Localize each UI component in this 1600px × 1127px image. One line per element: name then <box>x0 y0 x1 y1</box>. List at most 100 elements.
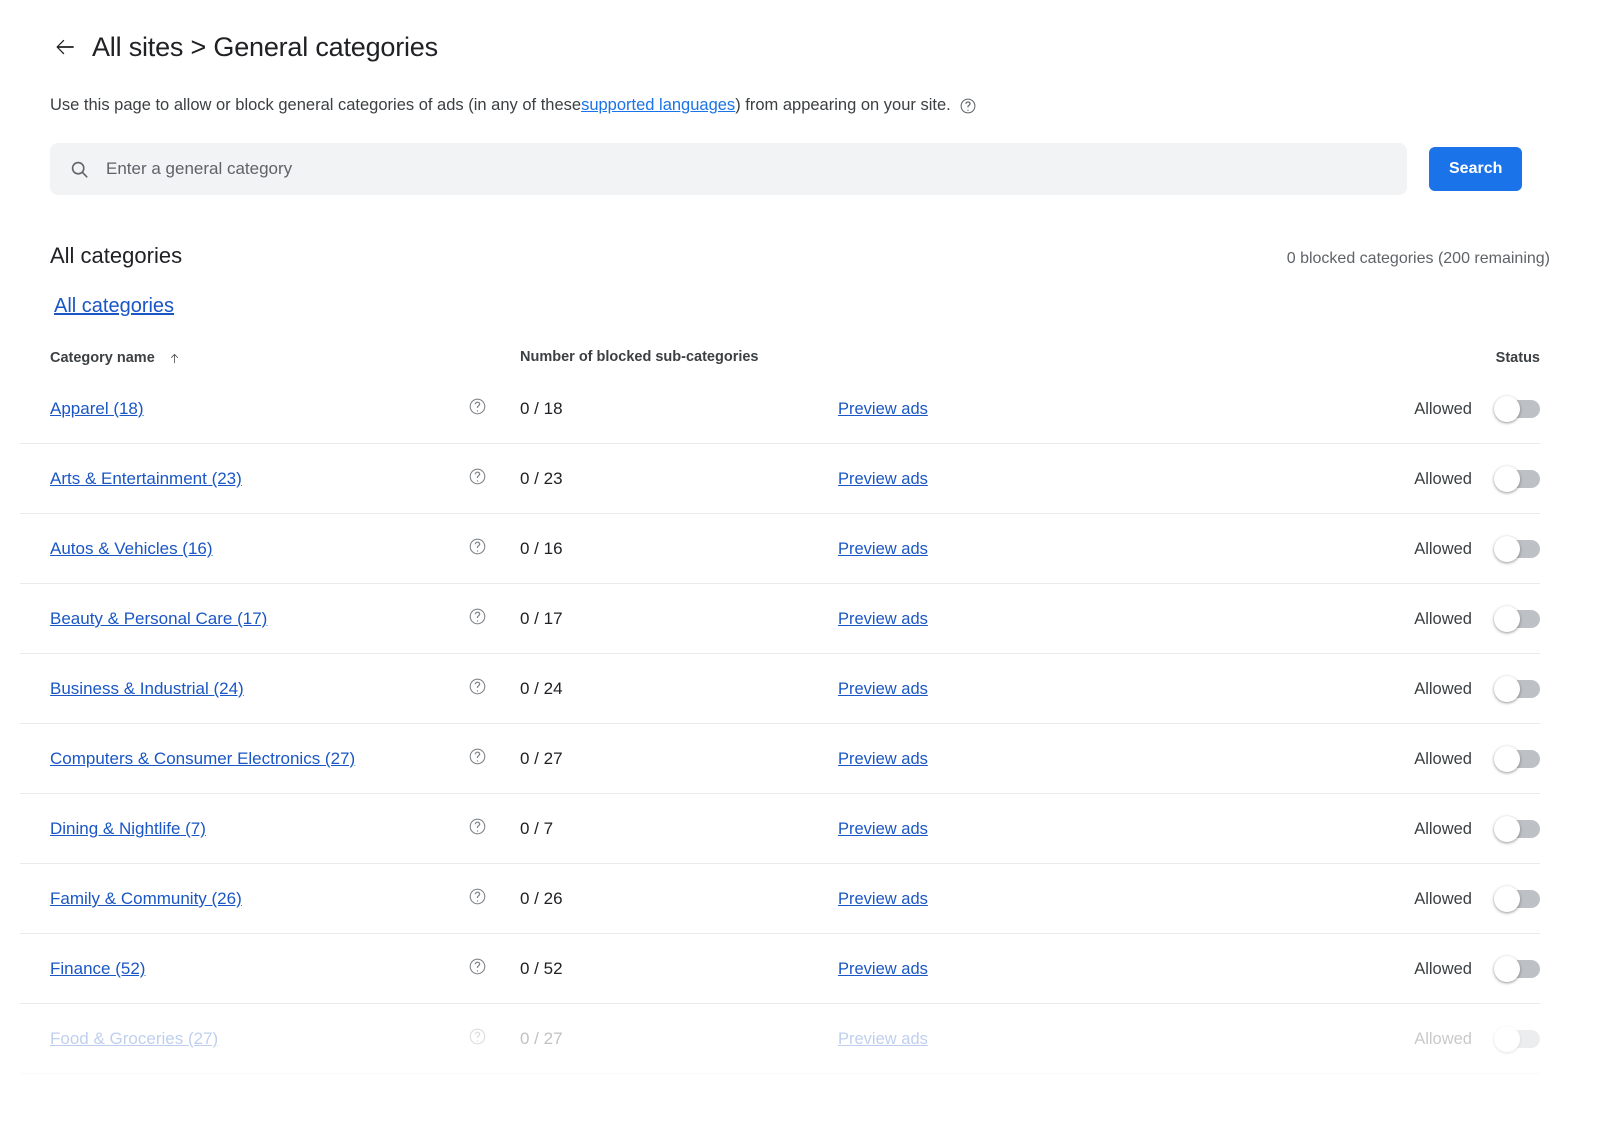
search-input[interactable] <box>104 158 1389 180</box>
blocked-count-value: 0 / 23 <box>520 469 563 488</box>
cell-status: Allowed <box>1288 886 1540 912</box>
breadcrumb: All categories <box>54 295 1600 318</box>
cell-blocked-count: 0 / 27 <box>520 1029 838 1049</box>
help-circle-icon[interactable] <box>468 467 487 491</box>
cell-help <box>468 677 520 701</box>
cell-category-name: Beauty & Personal Care (17) <box>50 609 468 629</box>
category-link[interactable]: Computers & Consumer Electronics (27) <box>50 749 355 769</box>
table-row[interactable]: Apparel (18) 0 / 18 Preview ads Allowed <box>0 374 1600 444</box>
category-link[interactable]: Business & Industrial (24) <box>50 679 244 699</box>
arrow-left-icon[interactable] <box>50 32 80 62</box>
toggle-knob <box>1494 886 1520 912</box>
preview-ads-link[interactable]: Preview ads <box>838 540 928 558</box>
status-label: Allowed <box>1414 680 1472 699</box>
preview-ads-link[interactable]: Preview ads <box>838 1030 928 1048</box>
table-row[interactable]: Beauty & Personal Care (17) 0 / 17 Previ… <box>0 584 1600 654</box>
status-label: Allowed <box>1414 890 1472 909</box>
help-circle-icon[interactable] <box>468 747 487 771</box>
category-link[interactable]: Food & Groceries (27) <box>50 1029 218 1049</box>
status-toggle[interactable] <box>1494 746 1540 772</box>
cell-category-name: Finance (52) <box>50 959 468 979</box>
cell-blocked-count: 0 / 26 <box>520 889 838 909</box>
breadcrumb-all-categories[interactable]: All categories <box>54 295 174 317</box>
search-box[interactable] <box>50 143 1407 195</box>
cell-preview: Preview ads <box>838 750 1288 769</box>
help-circle-icon[interactable] <box>468 607 487 631</box>
status-label: Allowed <box>1414 470 1472 489</box>
status-toggle[interactable] <box>1494 466 1540 492</box>
table-row[interactable]: Autos & Vehicles (16) 0 / 16 Preview ads… <box>0 514 1600 584</box>
cell-help <box>468 467 520 491</box>
table-row[interactable]: Finance (52) 0 / 52 Preview ads Allowed <box>0 934 1600 1004</box>
search-button[interactable]: Search <box>1429 147 1522 191</box>
blocked-count-value: 0 / 27 <box>520 749 563 768</box>
status-label: Allowed <box>1414 610 1472 629</box>
category-link[interactable]: Apparel (18) <box>50 399 144 419</box>
table-row[interactable]: Arts & Entertainment (23) 0 / 23 Preview… <box>0 444 1600 514</box>
preview-ads-link[interactable]: Preview ads <box>838 610 928 628</box>
status-toggle[interactable] <box>1494 816 1540 842</box>
search-row: Search <box>50 143 1600 195</box>
cell-blocked-count: 0 / 17 <box>520 609 838 629</box>
status-toggle[interactable] <box>1494 606 1540 632</box>
status-toggle[interactable] <box>1494 676 1540 702</box>
column-header-category-name[interactable]: Category name <box>50 350 468 366</box>
status-toggle[interactable] <box>1494 536 1540 562</box>
category-link[interactable]: Autos & Vehicles (16) <box>50 539 213 559</box>
blocked-count-value: 0 / 7 <box>520 819 553 838</box>
cell-help <box>468 1027 520 1051</box>
cell-blocked-count: 0 / 23 <box>520 469 838 489</box>
category-link[interactable]: Arts & Entertainment (23) <box>50 469 242 489</box>
cell-blocked-count: 0 / 16 <box>520 539 838 559</box>
category-link[interactable]: Beauty & Personal Care (17) <box>50 609 267 629</box>
help-circle-icon[interactable] <box>468 1027 487 1051</box>
preview-ads-link[interactable]: Preview ads <box>838 750 928 768</box>
cell-blocked-count: 0 / 52 <box>520 959 838 979</box>
toggle-knob <box>1494 466 1520 492</box>
cell-preview: Preview ads <box>838 400 1288 419</box>
toggle-knob <box>1494 536 1520 562</box>
help-circle-icon[interactable] <box>468 817 487 841</box>
arrow-up-icon[interactable] <box>167 351 182 366</box>
preview-ads-link[interactable]: Preview ads <box>838 470 928 488</box>
cell-preview: Preview ads <box>838 960 1288 979</box>
categories-table: Category name Number of blocked sub-cate… <box>0 340 1600 1074</box>
cell-status: Allowed <box>1288 466 1540 492</box>
blocked-count-value: 0 / 26 <box>520 889 563 908</box>
toggle-knob <box>1494 606 1520 632</box>
blocked-count-value: 0 / 27 <box>520 1029 563 1048</box>
table-row[interactable]: Food & Groceries (27) 0 / 27 Preview ads… <box>0 1004 1600 1074</box>
status-toggle[interactable] <box>1494 956 1540 982</box>
search-icon <box>68 158 90 180</box>
category-link[interactable]: Finance (52) <box>50 959 145 979</box>
preview-ads-link[interactable]: Preview ads <box>838 820 928 838</box>
preview-ads-link[interactable]: Preview ads <box>838 680 928 698</box>
page-description: Use this page to allow or block general … <box>50 94 1600 117</box>
category-link[interactable]: Family & Community (26) <box>50 889 242 909</box>
help-circle-icon[interactable] <box>959 97 977 115</box>
cell-help <box>468 957 520 981</box>
help-circle-icon[interactable] <box>468 537 487 561</box>
table-row[interactable]: Dining & Nightlife (7) 0 / 7 Preview ads… <box>0 794 1600 864</box>
preview-ads-link[interactable]: Preview ads <box>838 400 928 418</box>
help-circle-icon[interactable] <box>468 677 487 701</box>
help-circle-icon[interactable] <box>468 397 487 421</box>
category-link[interactable]: Dining & Nightlife (7) <box>50 819 206 839</box>
help-circle-icon[interactable] <box>468 887 487 911</box>
preview-ads-link[interactable]: Preview ads <box>838 890 928 908</box>
table-row[interactable]: Business & Industrial (24) 0 / 24 Previe… <box>0 654 1600 724</box>
status-toggle[interactable] <box>1494 1026 1540 1052</box>
toggle-knob <box>1494 816 1520 842</box>
status-toggle[interactable] <box>1494 396 1540 422</box>
table-row[interactable]: Family & Community (26) 0 / 26 Preview a… <box>0 864 1600 934</box>
cell-category-name: Computers & Consumer Electronics (27) <box>50 749 468 769</box>
help-circle-icon[interactable] <box>468 957 487 981</box>
blocked-count-label: 0 blocked categories (200 remaining) <box>1287 250 1550 268</box>
status-toggle[interactable] <box>1494 886 1540 912</box>
table-row[interactable]: Computers & Consumer Electronics (27) 0 … <box>0 724 1600 794</box>
cell-category-name: Business & Industrial (24) <box>50 679 468 699</box>
supported-languages-link[interactable]: supported languages <box>581 94 735 117</box>
column-header-blocked: Number of blocked sub-categories <box>520 348 838 366</box>
preview-ads-link[interactable]: Preview ads <box>838 960 928 978</box>
toggle-knob <box>1494 956 1520 982</box>
